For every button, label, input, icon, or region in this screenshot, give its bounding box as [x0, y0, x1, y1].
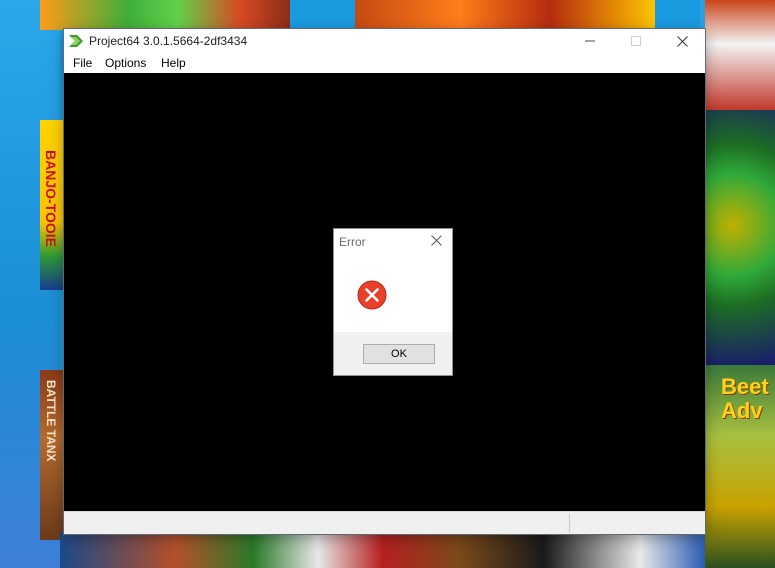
- window-close-button[interactable]: [659, 29, 705, 53]
- dialog-footer: OK: [334, 332, 452, 375]
- menu-item-file[interactable]: File: [72, 56, 93, 70]
- dialog-body: [334, 257, 452, 331]
- maximize-button[interactable]: [613, 29, 659, 53]
- game-box-battle-text: BATTLE TANX: [44, 380, 58, 462]
- game-box-banjo: BANJO-TOOIE: [40, 120, 66, 290]
- game-box-banjo-text: BANJO-TOOIE: [43, 150, 59, 247]
- project64-app-icon: [68, 33, 84, 49]
- menu-item-help[interactable]: Help: [160, 56, 187, 70]
- menu-item-options[interactable]: Options: [104, 56, 147, 70]
- game-box-right-top: [705, 0, 775, 110]
- game-box-bottom-row: [60, 532, 705, 568]
- window-title: Project64 3.0.1.5664-2df3434: [89, 34, 248, 48]
- menu-bar: File Options Help: [64, 53, 705, 73]
- status-divider: [569, 514, 570, 532]
- close-icon: [430, 233, 442, 251]
- error-icon: [357, 280, 387, 310]
- maximize-icon: [631, 36, 641, 46]
- error-dialog: Error OK: [334, 229, 452, 375]
- close-icon: [676, 35, 688, 47]
- minimize-icon: [585, 36, 595, 46]
- status-bar: [64, 511, 705, 534]
- minimize-button[interactable]: [567, 29, 613, 53]
- game-box-top-left: [40, 0, 290, 30]
- game-box-beetle: Beet Adv: [705, 365, 775, 568]
- game-box-battle: BATTLE TANX: [40, 370, 66, 540]
- game-box-beetle-text: Beet Adv: [721, 374, 769, 423]
- dialog-close-button[interactable]: [426, 232, 446, 252]
- title-bar[interactable]: Project64 3.0.1.5664-2df3434: [64, 29, 705, 53]
- game-box-right-frog: [705, 110, 775, 365]
- game-box-top-middle: [355, 0, 655, 30]
- dialog-title: Error: [339, 235, 366, 249]
- ok-button[interactable]: OK: [363, 344, 435, 364]
